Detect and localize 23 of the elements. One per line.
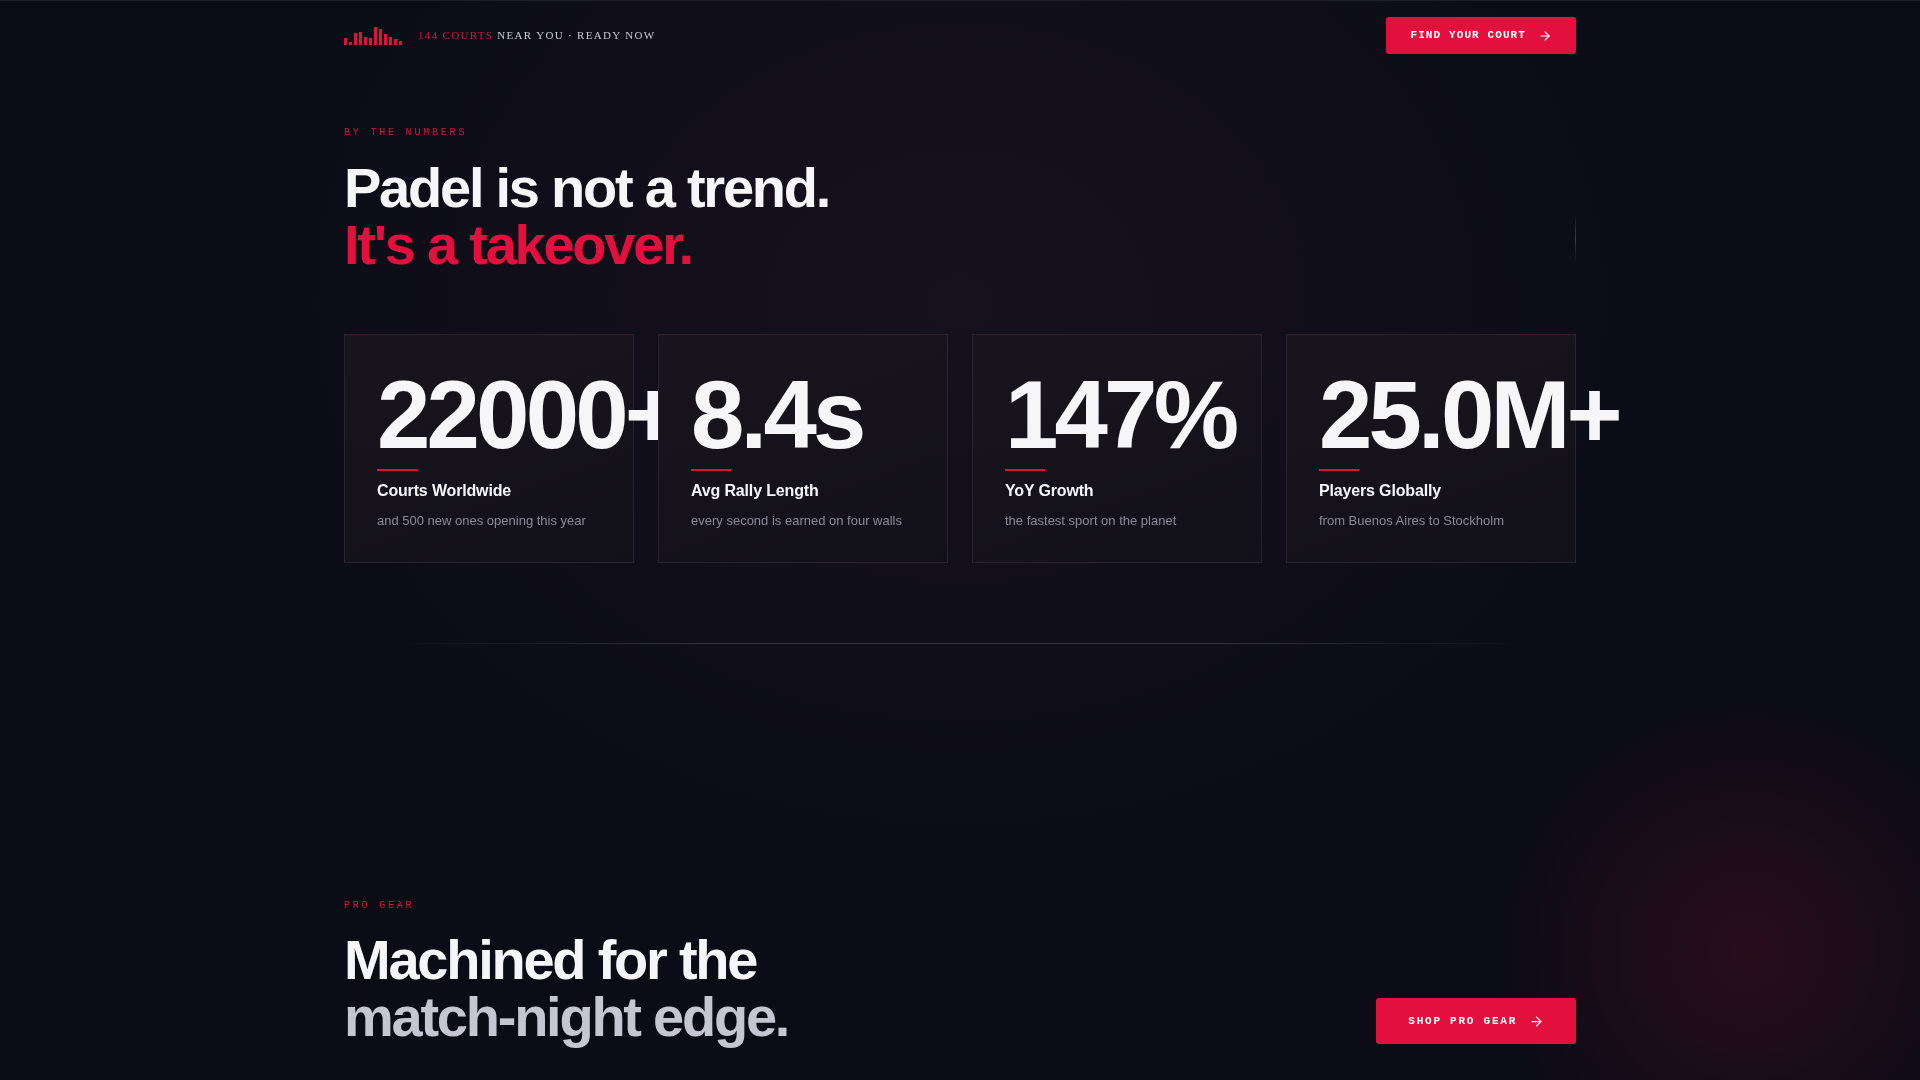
stat-label: YoY Growth <box>1005 481 1094 502</box>
stat-label: Players Globally <box>1319 481 1441 502</box>
stat-value: 22000+ <box>377 367 677 464</box>
headline: Padel is not a trend. <box>344 159 830 217</box>
stat-value: 25.0M+ <box>1319 367 1619 464</box>
equalizer-bars-icon <box>344 26 402 45</box>
section-eyebrow: BY THE NUMBERS <box>344 126 468 140</box>
headline-muted: match-night edge. <box>344 988 789 1046</box>
headline: Machined for the <box>344 931 757 989</box>
courts-tagline: 144 COURTS NEAR YOU · READY NOW <box>418 28 656 44</box>
arrow-right-icon <box>1529 1013 1544 1029</box>
headline-accent: It's a takeover. <box>344 216 692 274</box>
stat-value: 8.4s <box>691 367 863 464</box>
stat-label: Avg Rally Length <box>691 481 819 502</box>
shop-gear-button[interactable]: SHOP PRO GEAR <box>1376 998 1576 1045</box>
section-eyebrow: PRO GEAR <box>344 899 415 914</box>
stat-description: every second is earned on four walls <box>691 512 902 531</box>
stat-label: Courts Worldwide <box>377 481 512 502</box>
stat-description: from Buenos Aires to Stockholm <box>1319 512 1504 531</box>
stat-description: the fastest sport on the planet <box>1005 512 1177 531</box>
stat-description: and 500 new ones opening this year <box>377 512 586 531</box>
find-court-button[interactable]: FIND YOUR COURT <box>1386 17 1576 54</box>
stat-value: 147% <box>1005 367 1236 464</box>
